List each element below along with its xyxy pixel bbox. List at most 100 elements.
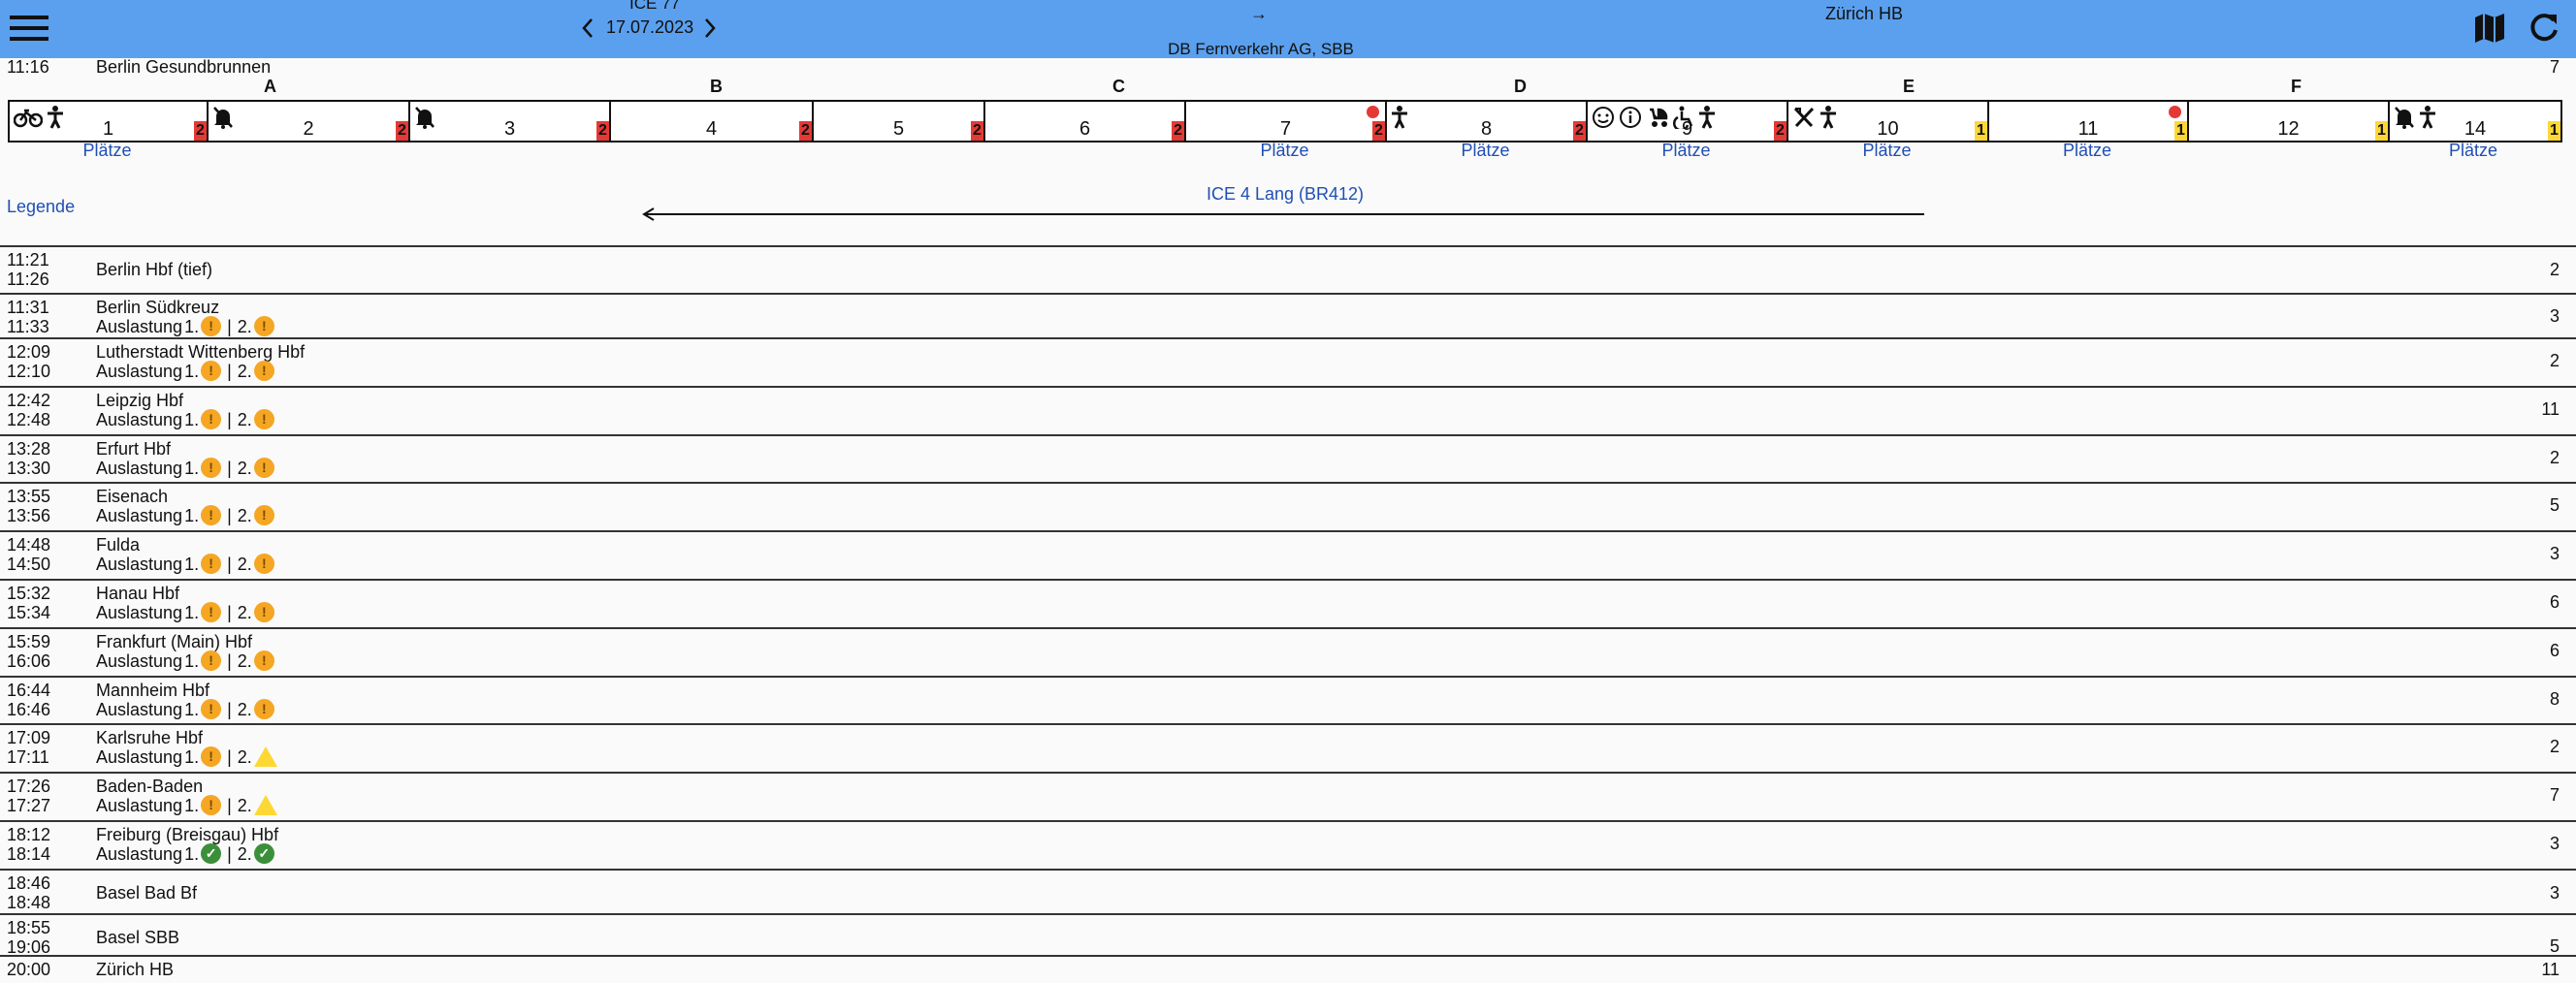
stop-times: 15:59 16:06	[7, 632, 50, 671]
seats-link-coach-8[interactable]: Plätze	[1462, 141, 1510, 161]
track-number: 5	[2549, 495, 2560, 515]
coach-14[interactable]: 14 1	[2390, 102, 2560, 141]
station-name: Erfurt Hbf	[96, 439, 172, 459]
seats-link-coach-9[interactable]: Plätze	[1662, 141, 1711, 161]
class-2-label: 2.	[237, 316, 252, 336]
medium-load-icon: !	[201, 746, 222, 767]
stop-row[interactable]: 18:46 18:48 Basel Bad Bf 3	[0, 869, 2576, 913]
seats-link-coach-14[interactable]: Plätze	[2449, 141, 2497, 161]
coach-11[interactable]: 11 1	[1989, 102, 2189, 141]
medium-load-icon: !	[201, 316, 222, 336]
prev-day-button[interactable]	[580, 16, 596, 40]
medium-load-icon: !	[253, 650, 274, 671]
class-2-label: 2.	[237, 699, 252, 719]
track-number: 2	[2549, 260, 2560, 279]
class-1-label: 1.	[184, 746, 200, 767]
class-1-label: 1.	[184, 843, 200, 864]
origin-station: Berlin Gesundbrunnen	[96, 57, 272, 77]
seats-link-coach-10[interactable]: Plätze	[1863, 141, 1912, 161]
station-name: Baden-Baden	[96, 777, 204, 796]
coach-7[interactable]: 72	[1186, 102, 1387, 141]
low-load-icon: ✓	[201, 843, 222, 864]
station-name: Eisenach	[96, 487, 169, 506]
map-icon[interactable]	[2473, 12, 2506, 45]
stop-row[interactable]: 13:28 13:30 Erfurt Hbf Auslastung 1.! | 2.! 2	[0, 434, 2576, 482]
coach-4[interactable]: 42	[611, 102, 814, 141]
coach-9[interactable]: 92	[1588, 102, 1788, 141]
departure-time: 12:48	[7, 410, 51, 429]
load-indicator: Auslastung 1. ✓ | 2. ✓	[96, 843, 274, 864]
medium-load-icon: !	[201, 458, 222, 478]
arrival-time: 15:32	[7, 584, 51, 603]
stop-row[interactable]: 12:09 12:10 Lutherstadt Wittenberg Hbf Ausl…	[0, 337, 2576, 386]
reload-icon[interactable]	[2528, 12, 2560, 45]
stop-row[interactable]: 18:55 19:06 Basel SBB 5	[0, 913, 2576, 957]
departure-time: 17:11	[7, 747, 49, 767]
stop-row[interactable]: 16:44 16:46 Mannheim Hbf Auslastung 1.! | 2.!…	[0, 676, 2576, 723]
coach-3[interactable]: 32	[410, 102, 611, 141]
next-day-button[interactable]	[702, 16, 718, 40]
class-1-label: 1.	[184, 554, 200, 574]
stop-row[interactable]: 15:59 16:06 Frankfurt (Main) Hbf Auslastung…	[0, 627, 2576, 676]
coach-class-badge: 2	[1172, 121, 1184, 141]
arrival-time: 12:42	[7, 391, 51, 410]
coach-number: 12	[2277, 118, 2300, 140]
load-label: Auslastung	[96, 505, 183, 525]
class-2-label: 2.	[237, 458, 252, 478]
coach-10[interactable]: 10 1	[1788, 102, 1989, 141]
stop-row[interactable]: 15:32 15:34 Hanau Hbf Auslastung 1.! | 2.! 6	[0, 579, 2576, 627]
coach-class-badge: 2	[971, 121, 983, 141]
track-number: 6	[2549, 592, 2560, 612]
legend-link[interactable]: Legende	[7, 197, 75, 217]
medium-load-icon: !	[201, 795, 222, 815]
warning-load-icon	[253, 746, 277, 767]
departure-time: 11:33	[7, 317, 49, 336]
low-load-icon: ✓	[253, 843, 274, 864]
coach-2[interactable]: 22	[209, 102, 410, 141]
train-number: ICE 77	[629, 0, 680, 13]
coach-number: 5	[892, 118, 905, 140]
stop-row[interactable]: 18:12 18:14 Freiburg (Breisgau) Hbf Auslast…	[0, 820, 2576, 869]
stop-row[interactable]: 11:21 11:26 Berlin Hbf (tief) 2	[0, 245, 2576, 293]
load-indicator: Auslastung 1.! | 2.!	[96, 316, 274, 336]
stop-row[interactable]: 11:31 11:33 Berlin Südkreuz Auslastung 1.! |…	[0, 293, 2576, 337]
seats-link-coach-1[interactable]: Plätze	[83, 141, 132, 161]
stop-row[interactable]: 14:48 14:50 Fulda Auslastung 1.! | 2.! 3	[0, 530, 2576, 579]
coach-number: 8	[1480, 118, 1493, 140]
operators-label: DB Fernverkehr AG, SBB	[1168, 40, 1354, 58]
departure-time: 12:10	[7, 362, 51, 381]
coach-6[interactable]: 62	[985, 102, 1186, 141]
separator: |	[227, 458, 232, 478]
station-name: Mannheim Hbf	[96, 681, 210, 700]
stop-row[interactable]: 20:00 Zürich HB 11	[0, 955, 2576, 981]
direction-of-travel-arrow	[642, 207, 1926, 221]
medium-load-icon: !	[201, 505, 222, 525]
coach-1[interactable]: 12	[10, 102, 209, 141]
stop-row[interactable]: 17:26 17:27 Baden-Baden Auslastung 1.! | 2. 7	[0, 772, 2576, 820]
stop-times: 20:00	[7, 960, 50, 979]
class-1-label: 1.	[184, 650, 200, 671]
track-number: 11	[2541, 960, 2560, 979]
status-dot	[1367, 106, 1379, 118]
coach-number: 6	[1079, 118, 1091, 140]
separator: |	[227, 554, 232, 574]
seats-link-coach-11[interactable]: Plätze	[2063, 141, 2111, 161]
medium-load-icon: !	[201, 602, 222, 622]
station-name: Hanau Hbf	[96, 584, 180, 603]
coach-12[interactable]: 12 1	[2189, 102, 2390, 141]
departure-time: 16:46	[7, 700, 51, 719]
track-number: 6	[2549, 641, 2560, 660]
stop-row[interactable]: 12:42 12:48 Leipzig Hbf Auslastung 1.! | 2.! 1…	[0, 386, 2576, 434]
stop-row[interactable]: 17:09 17:11 Karlsruhe Hbf Auslastung 1.! | 2.…	[0, 723, 2576, 772]
coach-8[interactable]: 82	[1387, 102, 1588, 141]
stop-times: 11:31 11:33	[7, 298, 49, 336]
coach-5[interactable]: 52	[814, 102, 985, 141]
class-2-label: 2.	[237, 602, 252, 622]
seats-link-coach-7[interactable]: Plätze	[1261, 141, 1309, 161]
arrival-time: 11:31	[7, 298, 49, 317]
medium-load-icon: !	[201, 650, 222, 671]
departure-time: 13:30	[7, 459, 51, 478]
stop-row[interactable]: 13:55 13:56 Eisenach Auslastung 1.! | 2.! 5	[0, 482, 2576, 530]
track-number: 3	[2549, 544, 2560, 563]
menu-icon[interactable]	[10, 14, 48, 43]
